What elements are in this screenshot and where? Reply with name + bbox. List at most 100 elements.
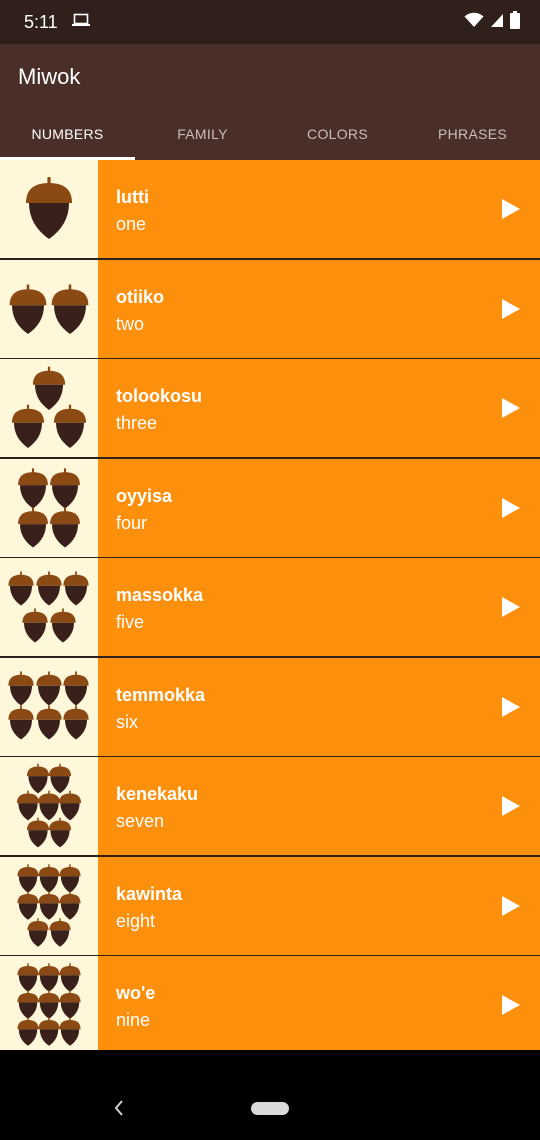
acorn-icon xyxy=(22,608,48,643)
wifi-icon xyxy=(464,12,484,27)
play-icon[interactable] xyxy=(502,298,520,319)
acorn-icon xyxy=(48,817,72,848)
word-image xyxy=(0,160,98,258)
acorn-icon xyxy=(17,890,39,920)
acorn-icon xyxy=(38,863,60,893)
miwok-word: massokka xyxy=(116,585,204,605)
list-item[interactable]: wo'e nine xyxy=(0,956,540,1050)
acorn-icon xyxy=(49,917,71,947)
tab-numbers[interactable]: NUMBERS xyxy=(0,108,135,160)
acorn-icon xyxy=(18,467,48,508)
acorn-icon xyxy=(26,817,50,848)
english-word: nine xyxy=(116,1010,151,1030)
play-icon[interactable] xyxy=(502,796,520,816)
english-word: six xyxy=(116,711,138,732)
play-icon[interactable] xyxy=(502,199,520,219)
acorn-icon xyxy=(59,863,81,893)
word-row-body[interactable]: otiiko two xyxy=(98,259,540,358)
battery-icon xyxy=(510,11,520,29)
miwok-word: temmokka xyxy=(116,684,206,705)
list-item[interactable]: tolookosu three xyxy=(0,359,540,457)
word-row-body[interactable]: kawinta eight xyxy=(98,856,540,955)
english-word: seven xyxy=(116,811,165,831)
acorn-icon xyxy=(38,1017,60,1046)
tab-family[interactable]: FAMILY xyxy=(135,108,270,160)
acorn-icon xyxy=(8,571,34,606)
acorn-icon xyxy=(17,963,39,992)
play-icon[interactable] xyxy=(502,696,520,717)
list-item[interactable]: kenekaku seven xyxy=(0,757,540,855)
play-icon[interactable] xyxy=(502,398,520,418)
word-row-body[interactable]: tolookosu three xyxy=(98,359,540,457)
acorn-icon xyxy=(59,890,81,920)
acorn-icon xyxy=(8,670,34,705)
acorn-icon xyxy=(36,704,62,739)
home-button[interactable] xyxy=(251,1102,289,1115)
english-word: four xyxy=(116,512,148,533)
miwok-word: oyyisa xyxy=(116,485,173,506)
english-word: three xyxy=(116,413,158,433)
list-item[interactable]: massokka five xyxy=(0,558,540,656)
acorn-icon xyxy=(26,177,72,239)
word-row-body[interactable]: oyyisa four xyxy=(98,458,540,557)
list-item[interactable]: kawinta eight xyxy=(0,856,540,955)
word-row-body[interactable]: temmokka six xyxy=(98,657,540,756)
acorn-icon xyxy=(63,704,89,739)
acorn-icon xyxy=(38,963,60,992)
acorn-icon xyxy=(58,790,82,821)
acorn-icon xyxy=(36,571,62,606)
word-row-body[interactable]: massokka five xyxy=(98,558,540,656)
acorn-icon xyxy=(17,990,39,1019)
app-title: Miwok xyxy=(18,64,81,89)
acorn-icon xyxy=(11,404,45,448)
miwok-word: tolookosu xyxy=(116,386,202,406)
word-image xyxy=(0,956,98,1050)
acorn-icon xyxy=(63,571,89,606)
miwok-word: lutti xyxy=(116,187,149,207)
word-list[interactable]: lutti one otiiko two tolookosu three oyy… xyxy=(0,160,540,1050)
tab-colors[interactable]: COLORS xyxy=(270,108,405,160)
status-time: 5:11 xyxy=(24,12,58,32)
list-item[interactable]: otiiko two xyxy=(0,259,540,358)
acorn-icon xyxy=(50,467,80,508)
navigation-bar xyxy=(0,1050,540,1140)
tab-bar: NUMBERS FAMILY COLORS PHRASES xyxy=(0,108,540,160)
word-image xyxy=(0,558,98,656)
play-icon[interactable] xyxy=(502,995,520,1015)
acorn-icon xyxy=(9,283,47,334)
english-word: one xyxy=(116,214,147,234)
word-row-body[interactable]: lutti one xyxy=(98,160,540,258)
play-icon[interactable] xyxy=(502,895,520,916)
miwok-word: otiiko xyxy=(116,286,164,307)
word-image xyxy=(0,259,98,358)
cell-signal-icon xyxy=(491,14,503,27)
acorn-icon xyxy=(63,670,89,705)
acorn-icon xyxy=(27,917,49,947)
word-image xyxy=(0,458,98,557)
acorn-icon xyxy=(38,990,60,1019)
word-row-body[interactable]: wo'e nine xyxy=(98,956,540,1050)
acorn-icon xyxy=(50,506,80,547)
acorn-icon xyxy=(51,283,89,334)
laptop-icon xyxy=(72,13,90,26)
english-word: eight xyxy=(116,910,156,931)
tab-phrases[interactable]: PHRASES xyxy=(405,108,540,160)
play-icon[interactable] xyxy=(502,497,520,518)
list-item[interactable]: oyyisa four xyxy=(0,458,540,557)
acorn-icon xyxy=(8,704,34,739)
acorn-icon xyxy=(18,506,48,547)
miwok-word: kawinta xyxy=(116,883,183,904)
english-word: five xyxy=(116,612,145,632)
list-item[interactable]: temmokka six xyxy=(0,657,540,756)
miwok-word: kenekaku xyxy=(116,784,199,804)
miwok-word: wo'e xyxy=(116,983,156,1003)
acorn-icon xyxy=(26,763,50,794)
acorn-icon xyxy=(17,863,39,893)
word-image xyxy=(0,856,98,955)
acorn-icon xyxy=(59,990,81,1019)
play-icon[interactable] xyxy=(502,597,520,617)
list-item[interactable]: lutti one xyxy=(0,160,540,258)
word-row-body[interactable]: kenekaku seven xyxy=(98,757,540,855)
acorn-icon xyxy=(36,670,62,705)
back-icon[interactable] xyxy=(112,1098,126,1118)
